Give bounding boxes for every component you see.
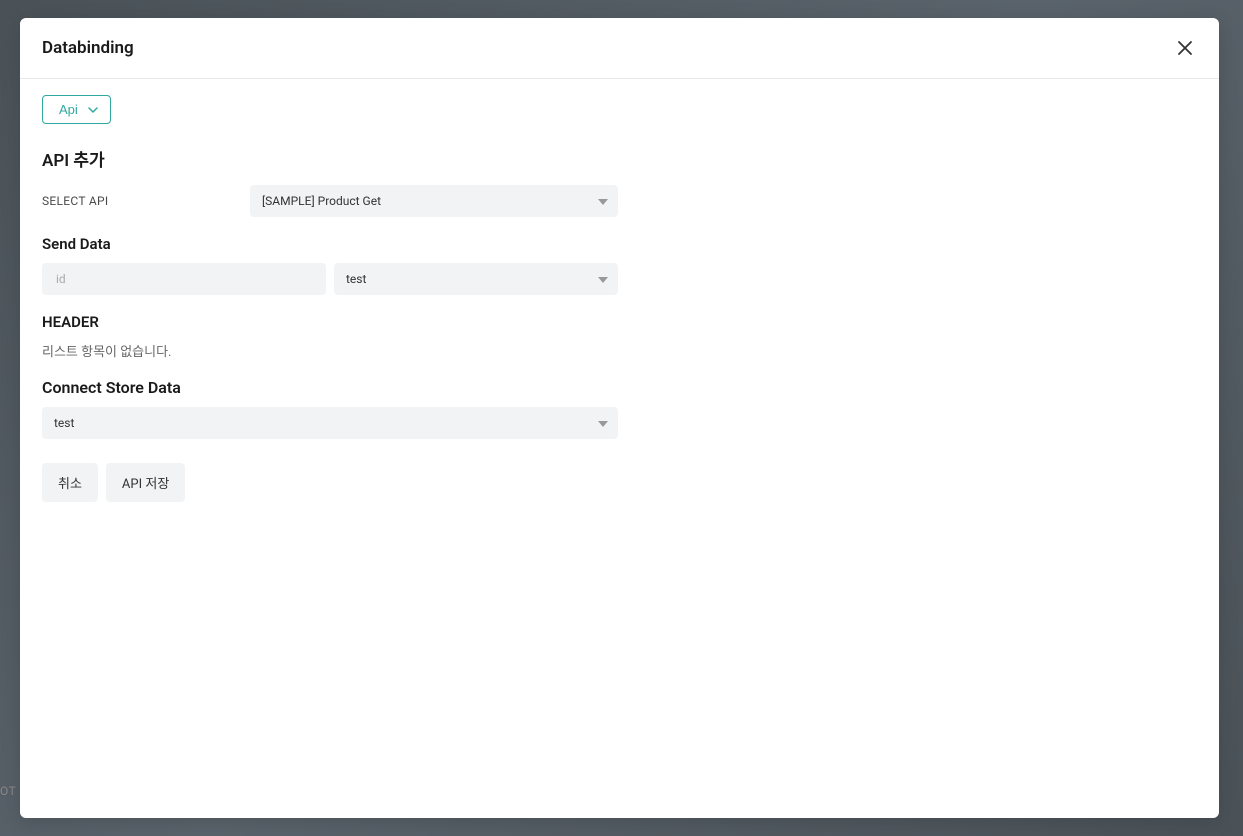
select-api-dropdown[interactable]: [SAMPLE] Product Get <box>250 185 618 217</box>
send-data-row: id test <box>42 263 1197 295</box>
background-partial-text: OT <box>0 784 16 798</box>
send-data-placeholder: id <box>56 272 66 286</box>
select-api-label: SELECT API <box>42 194 250 208</box>
select-api-value: [SAMPLE] Product Get <box>262 194 381 208</box>
select-api-row: SELECT API [SAMPLE] Product Get <box>42 185 1197 217</box>
modal-title: Databinding <box>42 38 134 58</box>
cancel-button[interactable]: 취소 <box>42 463 98 502</box>
add-api-section-title: API 추가 <box>42 146 1197 171</box>
send-data-value: test <box>346 272 366 286</box>
connect-store-value: test <box>54 416 74 430</box>
connect-store-section-title: Connect Store Data <box>42 378 1197 397</box>
dropdown-arrow-icon <box>598 194 608 208</box>
header-section-title: HEADER <box>42 313 1197 331</box>
databinding-modal: Databinding Api API 추가 SELECT API [SAMPL… <box>20 18 1219 818</box>
type-selector-label: Api <box>59 102 78 117</box>
modal-header: Databinding <box>20 18 1219 79</box>
type-selector-dropdown[interactable]: Api <box>42 95 111 124</box>
header-empty-message: 리스트 항목이 없습니다. <box>42 341 1197 360</box>
button-row: 취소 API 저장 <box>42 463 1197 502</box>
connect-store-dropdown[interactable]: test <box>42 407 618 439</box>
send-data-section-title: Send Data <box>42 235 1197 253</box>
modal-body: Api API 추가 SELECT API [SAMPLE] Product G… <box>20 79 1219 818</box>
send-data-key-input[interactable]: id <box>42 263 326 295</box>
close-icon[interactable] <box>1175 38 1195 58</box>
save-api-button[interactable]: API 저장 <box>106 463 185 502</box>
dropdown-arrow-icon <box>598 272 608 286</box>
dropdown-arrow-icon <box>598 416 608 430</box>
chevron-down-icon <box>88 105 98 115</box>
send-data-value-dropdown[interactable]: test <box>334 263 618 295</box>
